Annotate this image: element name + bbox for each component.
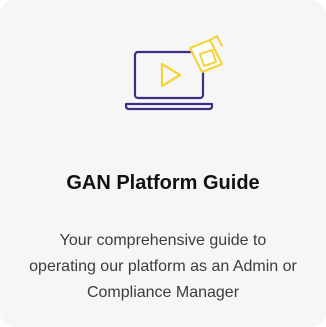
card-description: Your comprehensive guide to operating ou…: [0, 228, 326, 306]
laptop-play-graduation-cap-icon: [124, 35, 224, 111]
play-icon: [160, 62, 182, 88]
card-title: GAN Platform Guide: [66, 172, 260, 194]
guide-card[interactable]: GAN Platform Guide Your comprehensive gu…: [0, 0, 326, 327]
graduation-cap-icon: [188, 35, 224, 74]
laptop-base: [124, 102, 214, 111]
description-line: Your comprehensive guide to: [59, 232, 267, 249]
description-line: operating our platform as an Admin or: [29, 258, 297, 275]
laptop-screen-outline: [133, 50, 205, 100]
description-line: Compliance Manager: [86, 284, 240, 301]
